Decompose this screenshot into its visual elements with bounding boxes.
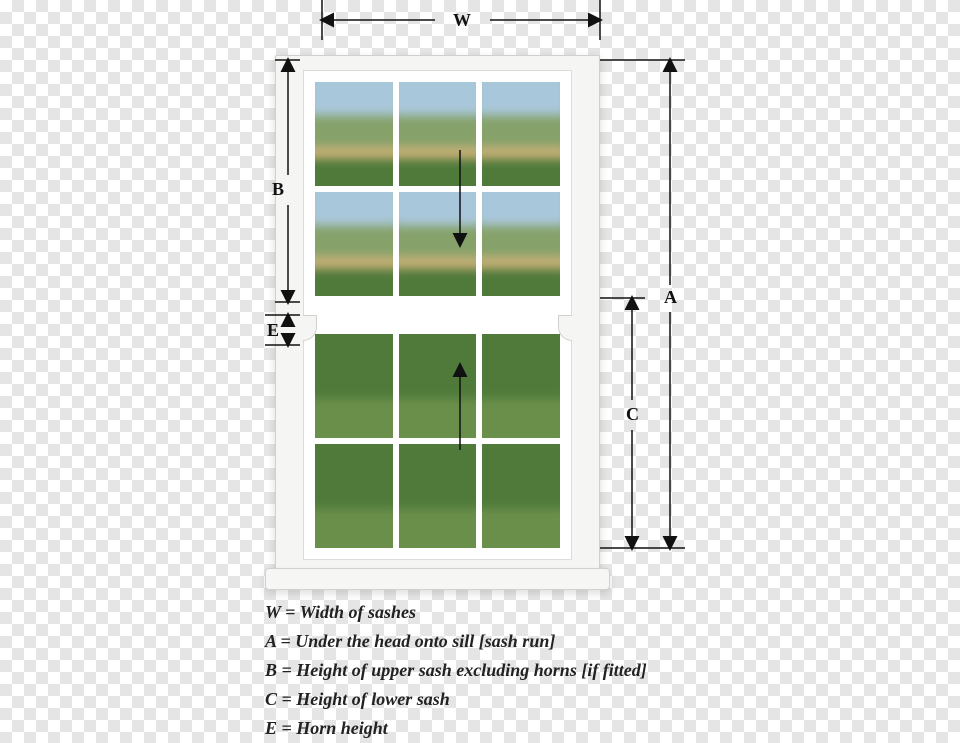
- sash-window-illustration: [275, 55, 600, 575]
- glass-pane: [399, 192, 477, 296]
- glass-pane: [399, 444, 477, 548]
- glass-pane: [399, 82, 477, 186]
- dim-label-A: A: [664, 287, 677, 307]
- legend-line: C = Height of lower sash: [265, 685, 647, 714]
- glass-pane: [482, 444, 560, 548]
- glass-pane: [482, 192, 560, 296]
- dim-label-C: C: [626, 404, 639, 424]
- dimension-legend: W = Width of sashes A = Under the head o…: [265, 598, 647, 743]
- lower-sash: [310, 329, 565, 553]
- glass-pane: [399, 334, 477, 438]
- glass-pane: [315, 444, 393, 548]
- sash-run-area: [303, 70, 572, 560]
- glass-pane: [315, 82, 393, 186]
- upper-sash: [310, 77, 565, 301]
- glass-pane: [482, 334, 560, 438]
- dim-label-W: W: [453, 10, 471, 30]
- glass-pane: [315, 334, 393, 438]
- window-sill: [265, 568, 610, 590]
- glass-pane: [482, 82, 560, 186]
- legend-line: E = Horn height: [265, 714, 647, 743]
- legend-line: W = Width of sashes: [265, 598, 647, 627]
- legend-line: B = Height of upper sash excluding horns…: [265, 656, 647, 685]
- legend-line: A = Under the head onto sill [sash run]: [265, 627, 647, 656]
- glass-pane: [315, 192, 393, 296]
